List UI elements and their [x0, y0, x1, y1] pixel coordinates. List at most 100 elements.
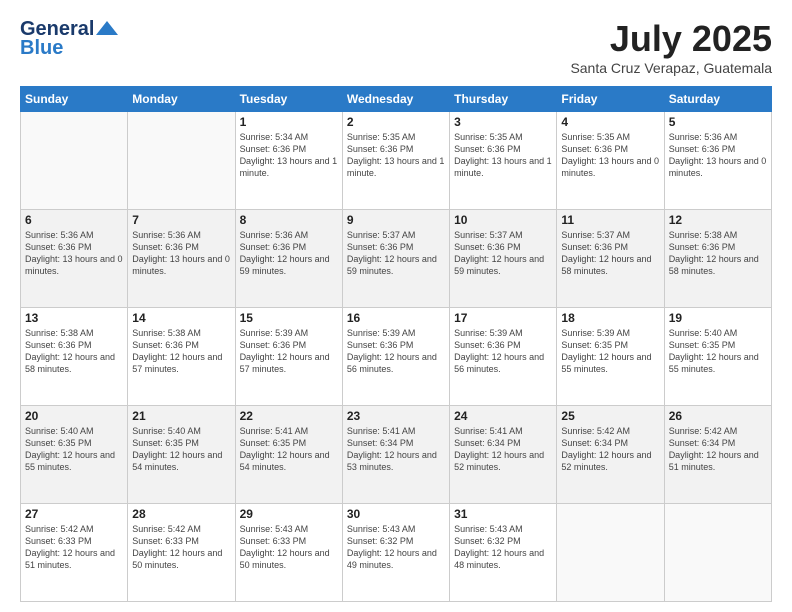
- day-info: Sunrise: 5:35 AMSunset: 6:36 PMDaylight:…: [561, 131, 659, 180]
- title-block: July 2025 Santa Cruz Verapaz, Guatemala: [570, 18, 772, 76]
- day-number: 3: [454, 115, 552, 129]
- day-number: 30: [347, 507, 445, 521]
- day-number: 5: [669, 115, 767, 129]
- day-cell: 4 Sunrise: 5:35 AMSunset: 6:36 PMDaylight…: [557, 112, 664, 210]
- day-info: Sunrise: 5:41 AMSunset: 6:35 PMDaylight:…: [240, 425, 338, 474]
- location: Santa Cruz Verapaz, Guatemala: [570, 60, 772, 76]
- day-number: 10: [454, 213, 552, 227]
- day-cell: 16 Sunrise: 5:39 AMSunset: 6:36 PMDayligh…: [342, 308, 449, 406]
- day-cell: 12 Sunrise: 5:38 AMSunset: 6:36 PMDayligh…: [664, 210, 771, 308]
- day-cell: 10 Sunrise: 5:37 AMSunset: 6:36 PMDayligh…: [450, 210, 557, 308]
- day-cell: 30 Sunrise: 5:43 AMSunset: 6:32 PMDayligh…: [342, 504, 449, 602]
- calendar-page: General Blue July 2025 Santa Cruz Verapa…: [0, 0, 792, 612]
- day-cell: [664, 504, 771, 602]
- day-info: Sunrise: 5:41 AMSunset: 6:34 PMDaylight:…: [347, 425, 445, 474]
- day-number: 11: [561, 213, 659, 227]
- day-number: 27: [25, 507, 123, 521]
- day-number: 26: [669, 409, 767, 423]
- day-info: Sunrise: 5:39 AMSunset: 6:36 PMDaylight:…: [240, 327, 338, 376]
- day-info: Sunrise: 5:40 AMSunset: 6:35 PMDaylight:…: [25, 425, 123, 474]
- col-tuesday: Tuesday: [235, 87, 342, 112]
- month-title: July 2025: [570, 18, 772, 60]
- header: General Blue July 2025 Santa Cruz Verapa…: [20, 18, 772, 76]
- day-number: 20: [25, 409, 123, 423]
- col-sunday: Sunday: [21, 87, 128, 112]
- day-cell: 21Sunrise: 5:40 AMSunset: 6:35 PMDayligh…: [128, 406, 235, 504]
- day-cell: 28 Sunrise: 5:42 AMSunset: 6:33 PMDayligh…: [128, 504, 235, 602]
- day-cell: 9 Sunrise: 5:37 AMSunset: 6:36 PMDaylight…: [342, 210, 449, 308]
- day-info: Sunrise: 5:36 AMSunset: 6:36 PMDaylight:…: [132, 229, 230, 278]
- day-number: 15: [240, 311, 338, 325]
- day-number: 19: [669, 311, 767, 325]
- col-friday: Friday: [557, 87, 664, 112]
- col-thursday: Thursday: [450, 87, 557, 112]
- day-number: 18: [561, 311, 659, 325]
- day-cell: 18Sunrise: 5:39 AMSunset: 6:35 PMDayligh…: [557, 308, 664, 406]
- day-number: 6: [25, 213, 123, 227]
- day-info: Sunrise: 5:37 AMSunset: 6:36 PMDaylight:…: [454, 229, 552, 278]
- day-cell: 22Sunrise: 5:41 AMSunset: 6:35 PMDayligh…: [235, 406, 342, 504]
- day-number: 29: [240, 507, 338, 521]
- day-cell: 29 Sunrise: 5:43 AMSunset: 6:33 PMDayligh…: [235, 504, 342, 602]
- col-monday: Monday: [128, 87, 235, 112]
- day-info: Sunrise: 5:43 AMSunset: 6:33 PMDaylight:…: [240, 523, 338, 572]
- day-info: Sunrise: 5:38 AMSunset: 6:36 PMDaylight:…: [132, 327, 230, 376]
- header-row: Sunday Monday Tuesday Wednesday Thursday…: [21, 87, 772, 112]
- day-cell: 14 Sunrise: 5:38 AMSunset: 6:36 PMDayligh…: [128, 308, 235, 406]
- week-row-1: 1 Sunrise: 5:34 AMSunset: 6:36 PMDaylight…: [21, 112, 772, 210]
- day-info: Sunrise: 5:43 AMSunset: 6:32 PMDaylight:…: [347, 523, 445, 572]
- day-info: Sunrise: 5:42 AMSunset: 6:34 PMDaylight:…: [669, 425, 767, 474]
- day-number: 14: [132, 311, 230, 325]
- day-number: 13: [25, 311, 123, 325]
- day-number: 7: [132, 213, 230, 227]
- day-cell: [128, 112, 235, 210]
- calendar-table: Sunday Monday Tuesday Wednesday Thursday…: [20, 86, 772, 602]
- week-row-3: 13 Sunrise: 5:38 AMSunset: 6:36 PMDayligh…: [21, 308, 772, 406]
- day-number: 1: [240, 115, 338, 129]
- day-cell: 8 Sunrise: 5:36 AMSunset: 6:36 PMDaylight…: [235, 210, 342, 308]
- week-row-2: 6 Sunrise: 5:36 AMSunset: 6:36 PMDaylight…: [21, 210, 772, 308]
- day-cell: 27 Sunrise: 5:42 AMSunset: 6:33 PMDayligh…: [21, 504, 128, 602]
- day-cell: 13Sunrise: 5:38 AMSunset: 6:36 PMDayligh…: [21, 308, 128, 406]
- week-row-5: 27 Sunrise: 5:42 AMSunset: 6:33 PMDayligh…: [21, 504, 772, 602]
- day-info: Sunrise: 5:35 AMSunset: 6:36 PMDaylight:…: [347, 131, 445, 180]
- day-info: Sunrise: 5:39 AMSunset: 6:36 PMDaylight:…: [347, 327, 445, 376]
- day-cell: 15 Sunrise: 5:39 AMSunset: 6:36 PMDayligh…: [235, 308, 342, 406]
- day-info: Sunrise: 5:34 AMSunset: 6:36 PMDaylight:…: [240, 131, 338, 180]
- day-number: 12: [669, 213, 767, 227]
- day-cell: 17 Sunrise: 5:39 AMSunset: 6:36 PMDayligh…: [450, 308, 557, 406]
- day-cell: 7 Sunrise: 5:36 AMSunset: 6:36 PMDaylight…: [128, 210, 235, 308]
- day-cell: 31Sunrise: 5:43 AMSunset: 6:32 PMDayligh…: [450, 504, 557, 602]
- day-number: 17: [454, 311, 552, 325]
- day-number: 23: [347, 409, 445, 423]
- day-cell: 24 Sunrise: 5:41 AMSunset: 6:34 PMDayligh…: [450, 406, 557, 504]
- day-info: Sunrise: 5:36 AMSunset: 6:36 PMDaylight:…: [240, 229, 338, 278]
- day-cell: 1 Sunrise: 5:34 AMSunset: 6:36 PMDaylight…: [235, 112, 342, 210]
- day-cell: 2Sunrise: 5:35 AMSunset: 6:36 PMDaylight…: [342, 112, 449, 210]
- day-cell: [21, 112, 128, 210]
- day-number: 9: [347, 213, 445, 227]
- logo-blue: Blue: [20, 37, 118, 60]
- col-wednesday: Wednesday: [342, 87, 449, 112]
- day-cell: 26 Sunrise: 5:42 AMSunset: 6:34 PMDayligh…: [664, 406, 771, 504]
- week-row-4: 20 Sunrise: 5:40 AMSunset: 6:35 PMDayligh…: [21, 406, 772, 504]
- logo: General Blue: [20, 18, 118, 60]
- day-info: Sunrise: 5:41 AMSunset: 6:34 PMDaylight:…: [454, 425, 552, 474]
- day-info: Sunrise: 5:36 AMSunset: 6:36 PMDaylight:…: [25, 229, 123, 278]
- day-cell: [557, 504, 664, 602]
- day-info: Sunrise: 5:42 AMSunset: 6:33 PMDaylight:…: [25, 523, 123, 572]
- day-info: Sunrise: 5:42 AMSunset: 6:34 PMDaylight:…: [561, 425, 659, 474]
- day-info: Sunrise: 5:39 AMSunset: 6:36 PMDaylight:…: [454, 327, 552, 376]
- day-number: 16: [347, 311, 445, 325]
- day-info: Sunrise: 5:37 AMSunset: 6:36 PMDaylight:…: [561, 229, 659, 278]
- day-cell: 6 Sunrise: 5:36 AMSunset: 6:36 PMDaylight…: [21, 210, 128, 308]
- day-cell: 19Sunrise: 5:40 AMSunset: 6:35 PMDayligh…: [664, 308, 771, 406]
- day-number: 28: [132, 507, 230, 521]
- day-info: Sunrise: 5:37 AMSunset: 6:36 PMDaylight:…: [347, 229, 445, 278]
- day-number: 4: [561, 115, 659, 129]
- day-number: 8: [240, 213, 338, 227]
- day-info: Sunrise: 5:42 AMSunset: 6:33 PMDaylight:…: [132, 523, 230, 572]
- day-info: Sunrise: 5:38 AMSunset: 6:36 PMDaylight:…: [669, 229, 767, 278]
- day-number: 24: [454, 409, 552, 423]
- day-cell: 25Sunrise: 5:42 AMSunset: 6:34 PMDayligh…: [557, 406, 664, 504]
